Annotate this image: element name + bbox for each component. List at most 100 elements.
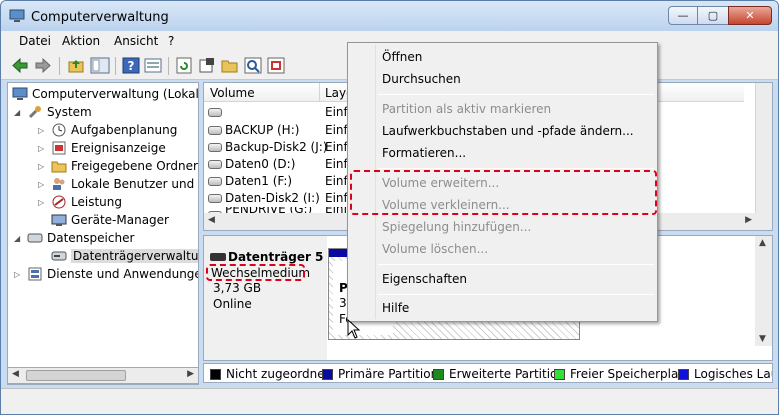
tree-item-dienste-anwendungen[interactable]: ▷ Dienste und Anwendungen xyxy=(14,265,198,283)
drive-icon xyxy=(208,194,222,203)
expand-icon[interactable]: ▷ xyxy=(38,198,48,207)
drive-icon xyxy=(208,177,222,186)
window-title: Computerverwaltung xyxy=(31,10,169,25)
expand-icon[interactable]: ▷ xyxy=(38,126,48,135)
tree-item-datenspeicher[interactable]: ◢ Datenspeicher xyxy=(14,229,134,247)
drive-icon xyxy=(208,126,222,135)
expand-icon[interactable]: ▷ xyxy=(38,162,48,171)
disk-status: Online xyxy=(213,297,252,311)
disk-size: 3,73 GB xyxy=(213,281,262,295)
column-divider[interactable] xyxy=(319,83,320,102)
legend-swatch xyxy=(554,368,565,380)
menu-separator xyxy=(378,264,654,265)
window-controls: — ▢ ✕ xyxy=(668,6,772,26)
svg-text:?: ? xyxy=(128,59,135,73)
navigation-tree[interactable]: Computerverwaltung (Lokal) ◢ System ▷ Au… xyxy=(7,82,199,385)
scroll-left-icon[interactable]: ◀ xyxy=(208,215,215,225)
menu-item-durchsuchen[interactable]: Durchsuchen xyxy=(382,72,461,86)
menu-help[interactable]: ? xyxy=(168,34,174,48)
back-arrow-icon[interactable] xyxy=(11,57,29,74)
tree-item-freigegebene-ordner[interactable]: ▷ Freigegebene Ordner xyxy=(38,157,198,175)
computer-management-icon xyxy=(9,9,25,22)
tree-item-ereignisanzeige[interactable]: ▷ Ereignisanzeige xyxy=(38,139,166,157)
show-hide-tree-icon[interactable] xyxy=(90,57,110,74)
disk-info[interactable]: Datenträger 5 Wechselmedium 3,73 GB Onli… xyxy=(204,236,327,360)
tree-horizontal-scrollbar[interactable]: ◀ ▶ xyxy=(7,367,199,384)
scroll-right-icon[interactable]: ▶ xyxy=(187,369,194,379)
minimize-button[interactable]: — xyxy=(668,6,698,25)
up-folder-icon[interactable] xyxy=(67,57,85,74)
column-volume[interactable]: Volume xyxy=(210,86,255,100)
tree-item-leistung[interactable]: ▷ Leistung xyxy=(38,193,122,211)
storage-icon xyxy=(27,233,43,243)
window: Computerverwaltung — ▢ ✕ Datei Aktion An… xyxy=(0,0,779,415)
drive-icon xyxy=(208,143,222,152)
menu-item-partition-aktiv: Partition als aktiv markieren xyxy=(382,102,552,116)
disk-title: Datenträger 5 xyxy=(210,250,323,264)
menu-item-hilfe[interactable]: Hilfe xyxy=(382,301,409,315)
services-icon xyxy=(28,267,42,281)
expand-icon[interactable]: ▷ xyxy=(38,180,48,189)
scroll-thumb[interactable] xyxy=(26,370,126,381)
scroll-down-icon[interactable]: ▼ xyxy=(759,334,766,344)
menu-aktion[interactable]: Aktion xyxy=(62,34,100,48)
properties-pane-icon[interactable] xyxy=(144,57,162,74)
tree-item-geraete-manager[interactable]: Geräte-Manager xyxy=(51,211,169,229)
collapse-icon[interactable]: ◢ xyxy=(14,234,24,243)
volume-list-vertical-scrollbar[interactable] xyxy=(755,83,772,214)
search-icon[interactable] xyxy=(244,57,262,74)
menu-item-laufwerkbuchstaben[interactable]: Laufwerkbuchstaben und -pfade ändern... xyxy=(382,124,634,138)
refresh-icon[interactable] xyxy=(175,57,193,74)
performance-icon xyxy=(52,195,66,209)
tools-icon xyxy=(28,106,41,119)
drive-icon xyxy=(208,160,222,169)
open-folder-icon[interactable] xyxy=(221,57,239,74)
properties-icon[interactable] xyxy=(198,57,216,74)
highlight-box-volume-options xyxy=(350,170,657,215)
menu-item-volume-loeschen: Volume löschen... xyxy=(382,242,489,256)
tree-item-lokale-benutzer[interactable]: ▷ Lokale Benutzer und Gru xyxy=(38,175,198,193)
scroll-up-icon[interactable]: ▲ xyxy=(759,238,766,248)
menu-separator xyxy=(378,94,654,95)
disk-management-icon xyxy=(51,251,67,261)
legend-swatch xyxy=(678,368,689,380)
tree-item-root[interactable]: Computerverwaltung (Lokal) xyxy=(12,85,198,103)
legend-item: Erweiterte Partition xyxy=(433,367,565,381)
device-manager-icon xyxy=(51,214,67,226)
menu-ansicht[interactable]: Ansicht xyxy=(114,34,158,48)
scroll-right-icon[interactable]: ▶ xyxy=(745,215,752,225)
title-bar[interactable]: Computerverwaltung — ▢ ✕ xyxy=(1,1,778,31)
drive-icon xyxy=(208,108,222,117)
menu-datei[interactable]: Datei xyxy=(19,34,51,48)
collapse-icon[interactable]: ◢ xyxy=(14,108,24,117)
export-icon[interactable] xyxy=(267,57,285,74)
legend-swatch xyxy=(322,368,333,380)
shared-folder-icon xyxy=(51,161,67,173)
users-icon xyxy=(53,178,65,190)
toolbar-separator xyxy=(168,57,169,75)
disk-view-vertical-scrollbar[interactable]: ▲ ▼ xyxy=(755,236,772,346)
forward-arrow-icon[interactable] xyxy=(34,57,52,74)
legend: Nicht zugeordnet Primäre Partition Erwei… xyxy=(203,363,773,383)
legend-item: Nicht zugeordnet xyxy=(210,367,329,381)
menu-item-eigenschaften[interactable]: Eigenschaften xyxy=(382,272,467,286)
expand-icon[interactable]: ▷ xyxy=(38,144,48,153)
mouse-cursor-icon xyxy=(347,319,361,339)
legend-swatch xyxy=(210,368,221,380)
legend-item: Logisches Lauf xyxy=(678,367,772,381)
menu-item-spiegelung: Spiegelung hinzufügen... xyxy=(382,220,532,234)
menu-separator xyxy=(378,168,654,169)
maximize-button[interactable]: ▢ xyxy=(698,6,728,25)
status-bar xyxy=(1,388,778,414)
menu-item-oeffnen[interactable]: Öffnen xyxy=(382,50,422,64)
menu-item-formatieren[interactable]: Formatieren... xyxy=(382,146,466,160)
help-icon[interactable]: ? xyxy=(122,57,140,74)
menu-separator xyxy=(378,294,654,295)
tree-item-aufgabenplanung[interactable]: ▷ Aufgabenplanung xyxy=(38,121,177,139)
tree-item-datentraegerverwaltung[interactable]: Datenträgerverwaltung xyxy=(38,247,198,265)
expand-icon[interactable]: ▷ xyxy=(14,270,24,279)
tree-item-system[interactable]: ◢ System xyxy=(14,103,92,121)
close-button[interactable]: ✕ xyxy=(728,6,772,25)
scroll-left-icon[interactable]: ◀ xyxy=(12,369,19,379)
event-viewer-icon xyxy=(52,141,66,155)
